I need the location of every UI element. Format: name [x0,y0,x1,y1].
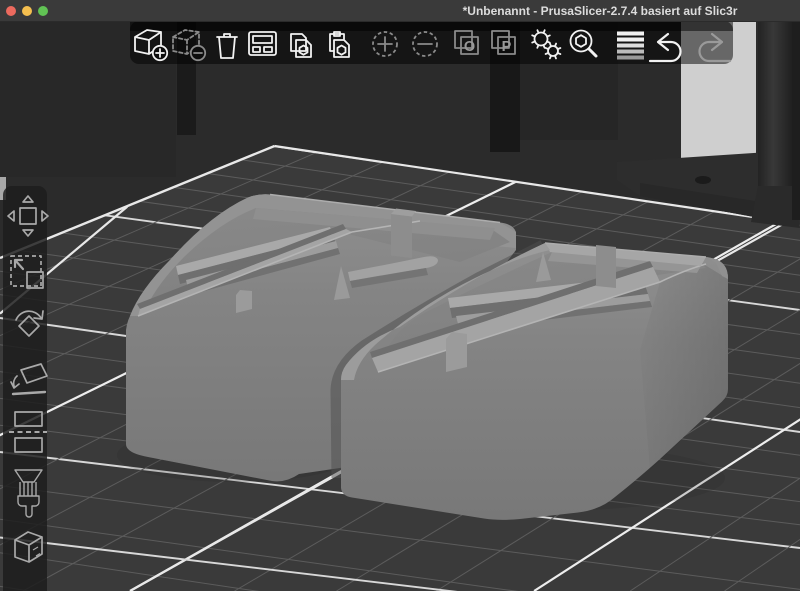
svg-text:O: O [464,39,475,55]
svg-text:P: P [502,39,512,55]
